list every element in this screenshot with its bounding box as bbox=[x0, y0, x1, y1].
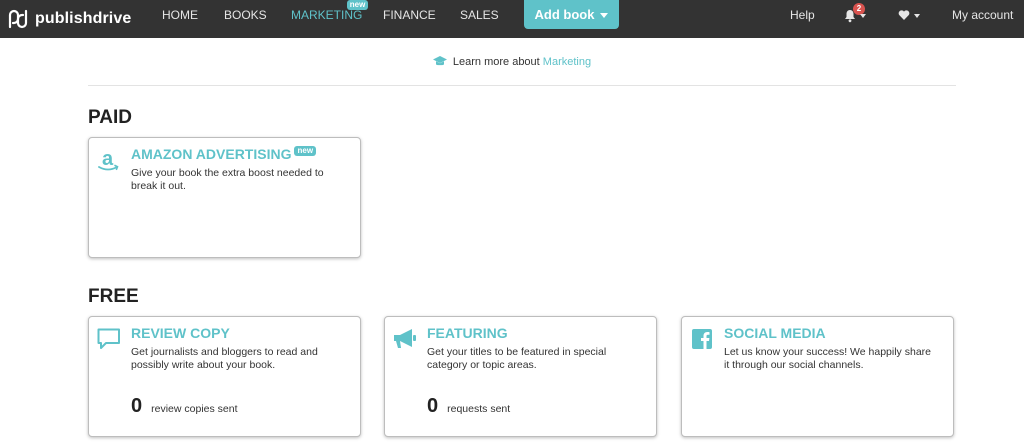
my-account-menu[interactable]: My account bbox=[952, 0, 1013, 30]
card-stat: 0 requests sent bbox=[427, 395, 510, 418]
chevron-down-icon bbox=[860, 14, 866, 18]
card-stat: 0 review copies sent bbox=[131, 395, 238, 418]
section-title-paid: PAID bbox=[88, 107, 132, 128]
nav-home[interactable]: HOME bbox=[162, 0, 198, 38]
publishdrive-logo-icon bbox=[8, 9, 28, 29]
card-review-copy[interactable]: REVIEW COPY Get journalists and bloggers… bbox=[88, 316, 361, 437]
card-title: SOCIAL MEDIA bbox=[724, 325, 826, 341]
megaphone-icon bbox=[394, 329, 416, 348]
facebook-icon bbox=[692, 329, 712, 349]
card-social-media[interactable]: SOCIAL MEDIA Let us know your success! W… bbox=[681, 316, 954, 437]
nav-finance[interactable]: FINANCE bbox=[383, 0, 436, 38]
card-featuring[interactable]: FEATURING Get your titles to be featured… bbox=[384, 316, 657, 437]
stat-label: requests sent bbox=[447, 403, 511, 415]
svg-text:a: a bbox=[102, 148, 114, 170]
card-title-text: AMAZON ADVERTISING bbox=[131, 146, 292, 162]
help-link[interactable]: Help bbox=[790, 0, 815, 30]
card-description: Give your book the extra boost needed to… bbox=[131, 167, 324, 192]
brand-name: publishdrive bbox=[35, 10, 132, 27]
brand-logo[interactable]: publishdrive bbox=[6, 5, 131, 33]
new-badge: new bbox=[294, 146, 317, 156]
top-navbar: publishdrive HOME BOOKS MARKETING new FI… bbox=[0, 0, 1024, 38]
graduation-cap-icon bbox=[432, 56, 447, 66]
add-book-button[interactable]: Add book bbox=[524, 0, 619, 29]
section-title-free: FREE bbox=[88, 286, 139, 307]
nav-marketing-label: MARKETING bbox=[291, 8, 363, 22]
card-description: Let us know your success! We happily sha… bbox=[724, 346, 931, 371]
heart-icon[interactable] bbox=[898, 9, 910, 21]
learn-more-text: Learn more about bbox=[452, 56, 540, 68]
nav-new-badge: new bbox=[346, 0, 369, 10]
nav-books[interactable]: BOOKS bbox=[224, 0, 267, 38]
card-title: FEATURING bbox=[427, 325, 508, 341]
amazon-icon: a bbox=[98, 148, 119, 171]
add-book-label: Add book bbox=[534, 7, 595, 22]
stat-value: 0 bbox=[131, 395, 143, 417]
card-title: AMAZON ADVERTISING new bbox=[131, 146, 317, 162]
chevron-down-icon bbox=[600, 13, 609, 19]
learn-more-link[interactable]: Marketing bbox=[543, 56, 591, 68]
divider bbox=[88, 85, 956, 86]
speech-bubble-icon bbox=[97, 328, 120, 349]
card-title: REVIEW COPY bbox=[131, 325, 230, 341]
card-description: Get journalists and bloggers to read and… bbox=[131, 346, 318, 371]
card-amazon-advertising[interactable]: a AMAZON ADVERTISING new Give your book t… bbox=[88, 137, 361, 258]
stat-label: review copies sent bbox=[151, 403, 238, 415]
nav-marketing[interactable]: MARKETING new bbox=[291, 0, 369, 38]
stat-value: 0 bbox=[427, 395, 439, 417]
chevron-down-icon bbox=[914, 14, 920, 18]
card-description: Get your titles to be featured in specia… bbox=[427, 346, 607, 371]
learn-more-banner: Learn more about Marketing bbox=[0, 56, 1024, 68]
nav-sales[interactable]: SALES bbox=[460, 0, 499, 38]
